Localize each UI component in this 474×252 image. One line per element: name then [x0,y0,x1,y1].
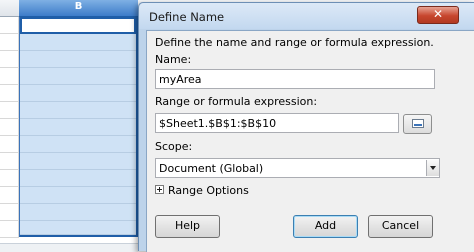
cell[interactable] [0,51,19,68]
active-cell[interactable] [20,17,136,34]
range-expression-input[interactable]: $Sheet1.$B$1:$B$10 [155,113,399,133]
selected-cell[interactable] [20,187,136,204]
column-b-header[interactable]: B [19,0,138,17]
close-button[interactable]: ✕ [417,6,459,24]
selected-cell[interactable] [20,136,136,153]
help-button[interactable]: Help [155,215,220,238]
shrink-dialog-button[interactable] [403,114,432,134]
dialog-titlebar[interactable]: Define Name ✕ [139,3,474,29]
chevron-down-icon[interactable] [426,160,439,176]
selected-cell[interactable] [20,85,136,102]
expand-plus-icon[interactable] [155,185,164,194]
cell[interactable] [0,187,19,204]
cell[interactable] [0,170,19,187]
selected-cell[interactable] [20,119,136,136]
cell[interactable] [0,34,19,51]
selected-cell[interactable] [20,102,136,119]
cell[interactable] [0,119,19,136]
dialog-body: Define the name and range or formula exp… [146,30,474,252]
close-icon: ✕ [432,7,444,21]
scope-label: Scope: [155,140,193,153]
scope-select[interactable]: Document (Global) [155,158,440,178]
selected-range-b1-b10[interactable] [19,17,138,237]
add-button[interactable]: Add [293,215,358,238]
range-label: Range or formula expression: [155,95,318,108]
column-a-header[interactable] [0,0,20,17]
define-name-dialog: Define Name ✕ Define the name and range … [138,2,474,252]
dialog-title: Define Name [149,10,225,24]
cell[interactable] [0,85,19,102]
cancel-button[interactable]: Cancel [368,215,433,238]
selected-cell[interactable] [20,68,136,85]
name-input[interactable]: myArea [155,69,435,89]
cell[interactable] [0,153,19,170]
selected-cell[interactable] [20,34,136,51]
selected-cell[interactable] [20,170,136,187]
scope-selected-value: Document (Global) [159,162,264,175]
cell[interactable] [0,221,19,238]
shrink-dialog-icon [412,119,424,128]
range-options-toggle[interactable]: Range Options [168,184,249,197]
cell[interactable] [0,17,19,34]
cell[interactable] [0,68,19,85]
selected-cell[interactable] [20,153,136,170]
selected-cell[interactable] [20,221,136,235]
cell[interactable] [0,136,19,153]
cell[interactable] [0,204,19,221]
selected-cell[interactable] [20,51,136,68]
cell[interactable] [0,102,19,119]
dialog-description: Define the name and range or formula exp… [155,36,434,49]
selected-cell[interactable] [20,204,136,221]
name-label: Name: [155,53,192,66]
column-a-cells [0,17,19,238]
